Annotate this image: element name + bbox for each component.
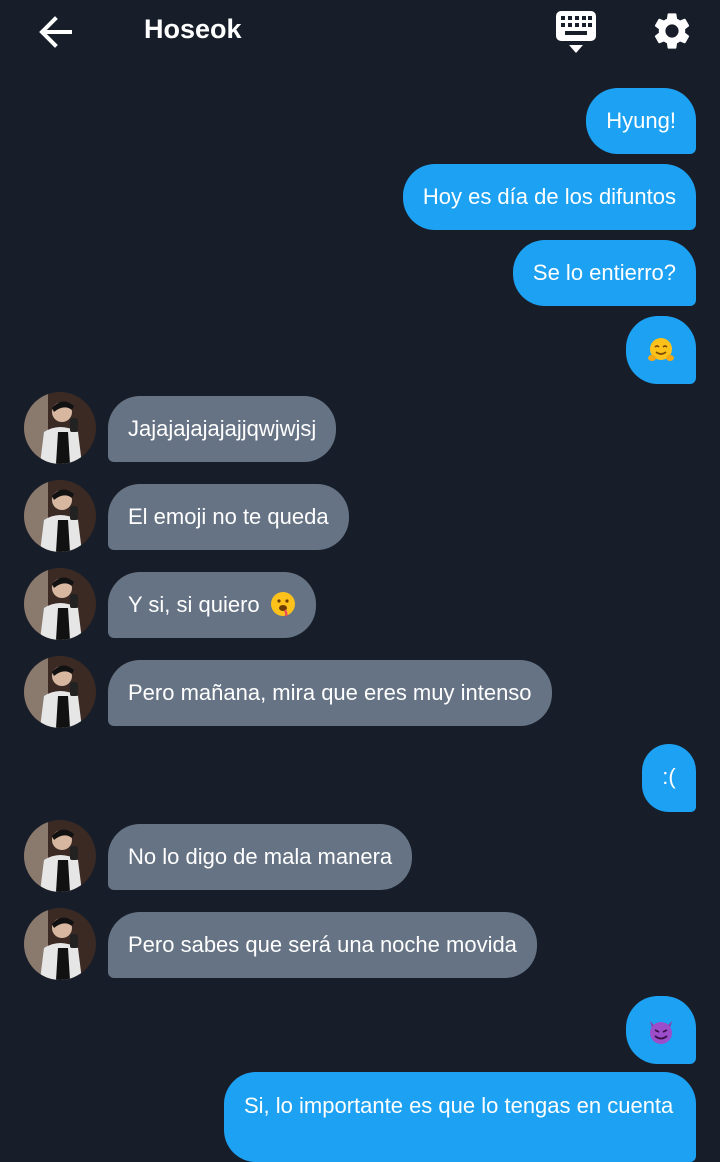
message-bubble-outgoing[interactable] [626, 316, 696, 384]
keyboard-icon [556, 11, 596, 53]
smiling-devil-emoji [650, 1021, 672, 1044]
message-bubble-incoming[interactable]: El emoji no te queda [108, 484, 349, 550]
message-text: Hyung! [606, 108, 676, 133]
message-text: Si, lo importante es que lo tengas en cu… [244, 1093, 674, 1118]
avatar[interactable] [24, 568, 96, 640]
message-bubble-incoming[interactable]: No lo digo de mala manera [108, 824, 413, 890]
settings-button[interactable] [650, 9, 694, 53]
message-text: Y si, si quiero [128, 592, 260, 617]
contact-avatar-image [24, 480, 96, 552]
back-button[interactable] [36, 12, 76, 52]
contact-avatar-image [24, 908, 96, 980]
message-bubble-incoming[interactable]: Pero mañana, mira que eres muy intenso [108, 660, 552, 726]
chat-screen: Hoseok Hyung! Hoy es día de los difuntos… [0, 0, 720, 1162]
message-bubble-outgoing[interactable]: Hoy es día de los difuntos [402, 164, 696, 230]
message-bubble-outgoing[interactable]: Si, lo importante es que lo tengas en cu… [224, 1072, 696, 1162]
avatar[interactable] [24, 392, 96, 464]
message-text: Pero mañana, mira que eres muy intenso [128, 680, 532, 705]
message-text: El emoji no te queda [128, 504, 329, 529]
message-bubble-incoming[interactable]: Jajajajajajajjqwjwjsj [108, 396, 337, 462]
message-text: No lo digo de mala manera [128, 844, 393, 869]
avatar[interactable] [24, 656, 96, 728]
gear-icon [654, 13, 690, 49]
message-text: Pero sabes que será una noche movida [128, 932, 517, 957]
message-bubble-outgoing[interactable]: :( [642, 744, 696, 812]
message-text: Se lo entierro? [532, 260, 676, 285]
message-bubble-incoming[interactable]: Pero sabes que será una noche movida [108, 912, 537, 978]
avatar[interactable] [24, 480, 96, 552]
avatar[interactable] [24, 820, 96, 892]
contact-avatar-image [24, 392, 96, 464]
drooling-face-emoji [270, 592, 295, 617]
contact-avatar-image [24, 820, 96, 892]
contact-avatar-image [24, 656, 96, 728]
message-text: Jajajajajajajjqwjwjsj [128, 416, 317, 441]
message-bubble-outgoing[interactable]: Se lo entierro? [512, 240, 696, 306]
message-bubble-outgoing[interactable] [626, 996, 696, 1064]
message-text: :( [662, 764, 676, 789]
keyboard-button[interactable] [554, 9, 598, 55]
message-text: Hoy es día de los difuntos [422, 184, 676, 209]
message-bubble-incoming[interactable]: Y si, si quiero [108, 572, 316, 638]
arrow-left-icon [39, 16, 72, 48]
avatar[interactable] [24, 908, 96, 980]
contact-avatar-image [24, 568, 96, 640]
contact-name: Hoseok [144, 14, 242, 44]
message-bubble-outgoing[interactable]: Hyung! [586, 88, 696, 154]
chat-header: Hoseok [0, 0, 720, 62]
hugging-face-emoji [648, 338, 674, 361]
